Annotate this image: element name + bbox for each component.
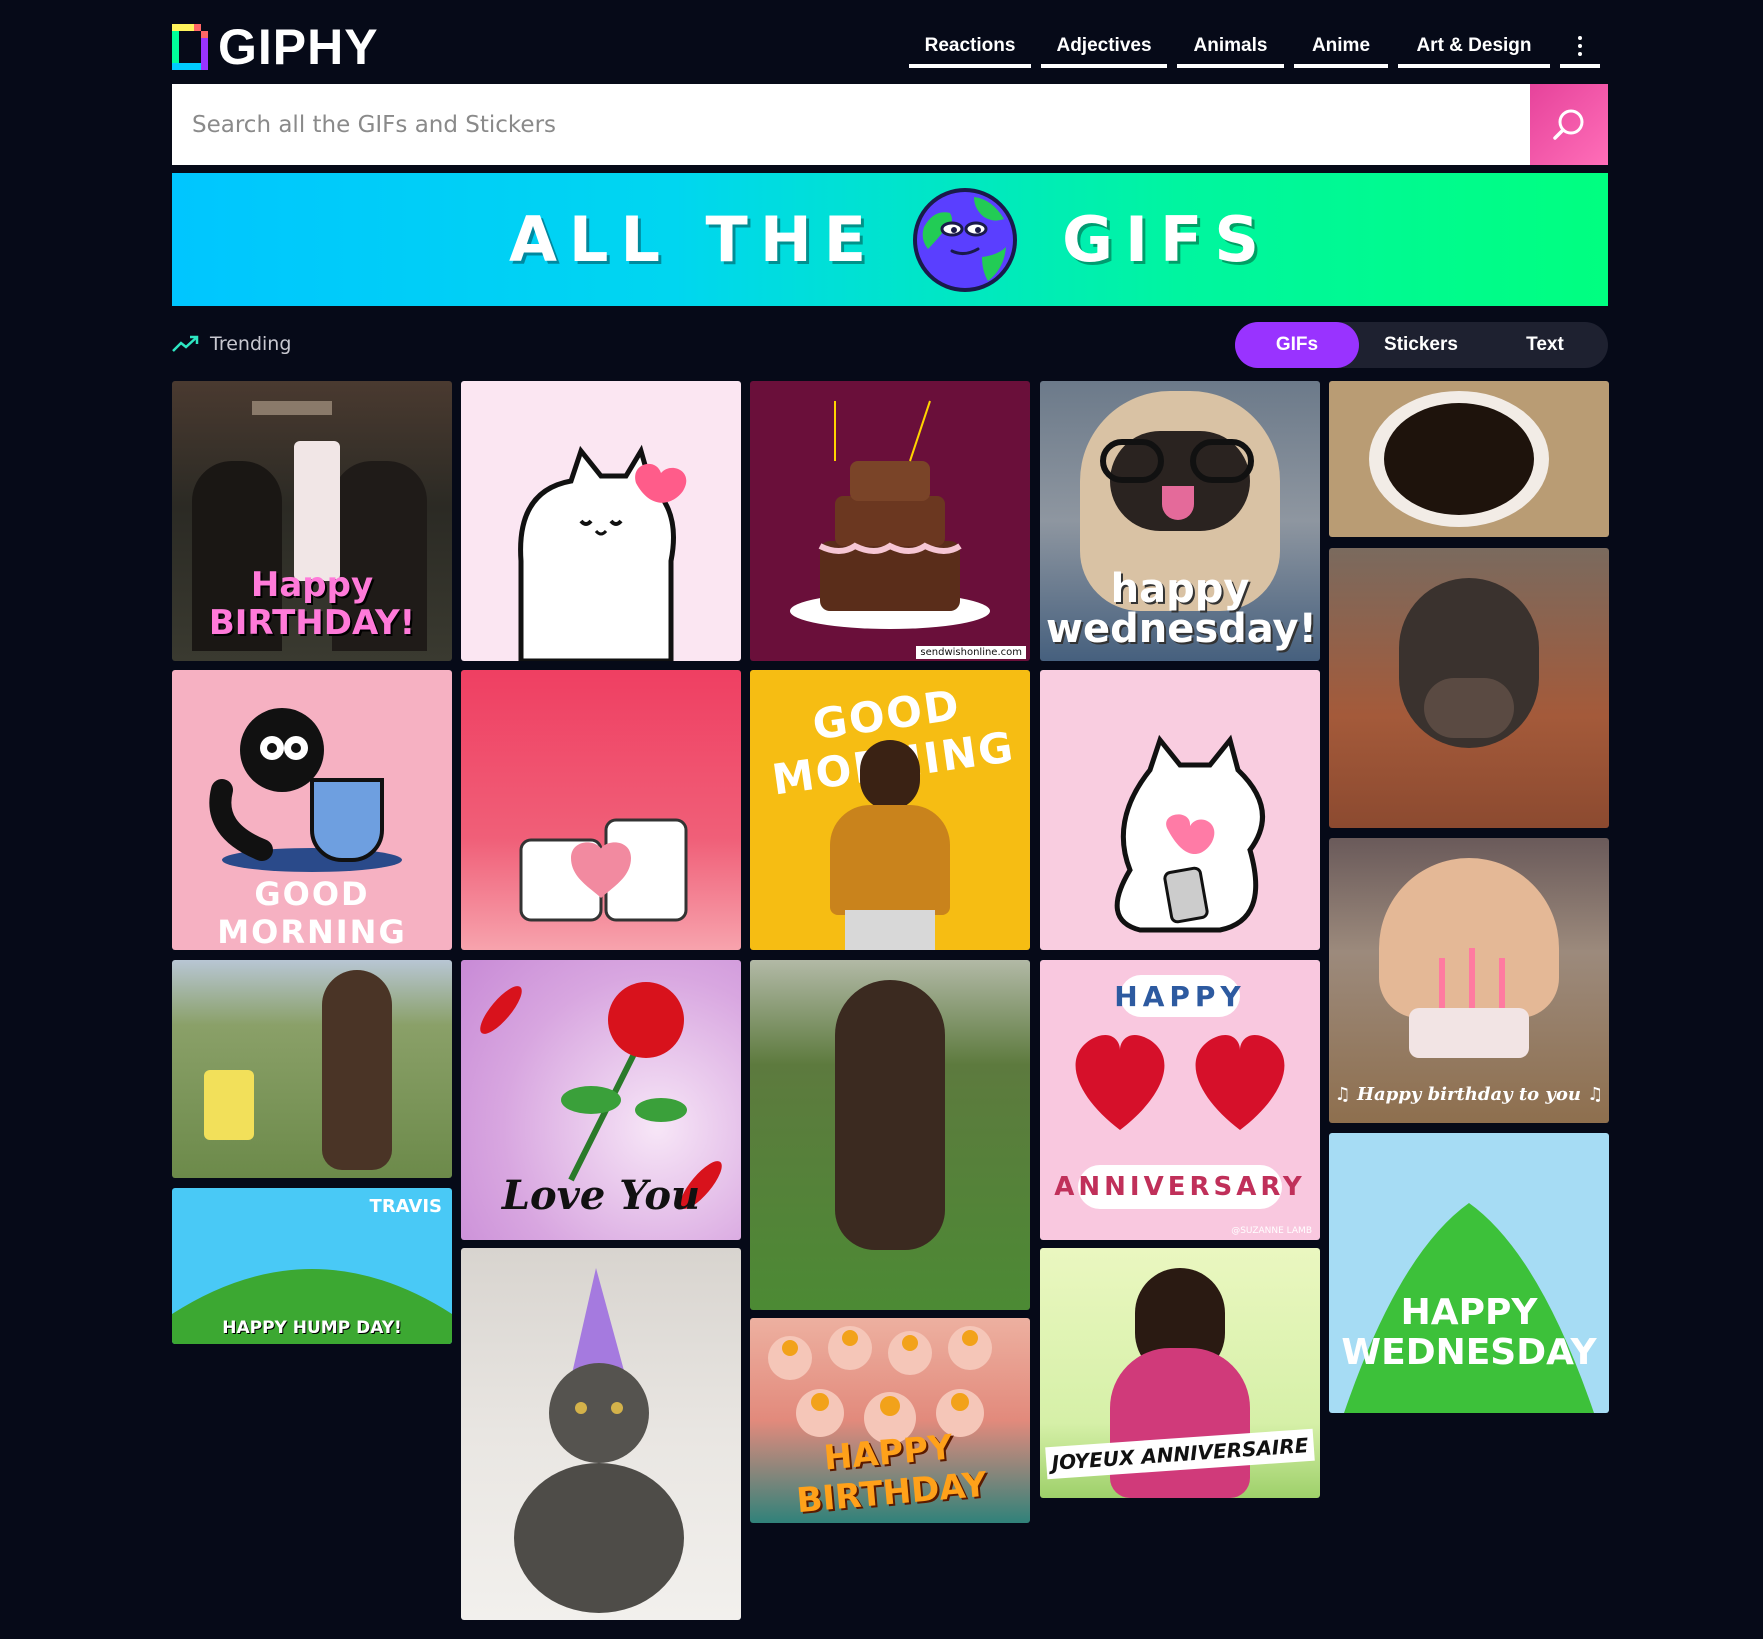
top-nav: Reactions Adjectives Animals Anime Art &…	[909, 28, 1600, 68]
gif-tile-happy-wednesday[interactable]: HAPPY WEDNESDAY	[1329, 1133, 1609, 1413]
trending-up-icon	[172, 335, 199, 352]
trending-header[interactable]: Trending	[172, 333, 291, 355]
search-input[interactable]	[172, 84, 1530, 165]
nav-item-anime[interactable]: Anime	[1294, 28, 1388, 68]
birthday-cake-illustration	[790, 400, 990, 629]
nav-item-reactions[interactable]: Reactions	[909, 28, 1031, 68]
all-the-gifs-banner[interactable]: ALL THE GIFS	[172, 173, 1608, 306]
coffee-cups-illustration	[519, 818, 688, 922]
gif-tile-rose-love-you[interactable]: Love You	[461, 960, 741, 1240]
tab-text[interactable]: Text	[1483, 322, 1607, 368]
gif-tile-cat-birthday-candles[interactable]: ♫ Happy birthday to you ♫	[1329, 838, 1609, 1123]
nav-item-animals[interactable]: Animals	[1177, 28, 1284, 68]
gif-tile-groundhog[interactable]	[750, 960, 1030, 1310]
gif-tile-coffee-cups[interactable]	[461, 670, 741, 950]
gif-tile-good-morning-woman[interactable]: GOOD MORNING	[750, 670, 1030, 950]
gif-tile-cat-phone[interactable]	[1040, 670, 1320, 950]
gif-tile-good-morning-cat[interactable]: GOOD MORNING	[172, 670, 452, 950]
gif-tile-cupcakes[interactable]: HAPPY BIRTHDAY	[750, 1318, 1030, 1523]
tab-stickers[interactable]: Stickers	[1359, 322, 1483, 368]
gif-tile-pug-wednesday[interactable]: happy wednesday!	[1040, 381, 1320, 661]
gif-tile-hump-day[interactable]: TRAVIS HAPPY HUMP DAY!	[172, 1188, 452, 1344]
cat-sticker-illustration	[518, 444, 687, 661]
giphy-logo-icon	[172, 24, 208, 70]
gif-caption: GOOD MORNING	[217, 875, 407, 950]
content-type-toggle: GIFs Stickers Text	[1235, 322, 1608, 368]
trending-label: Trending	[210, 333, 292, 355]
party-cat-illustration	[514, 1268, 684, 1613]
banner-right-text: GIFS	[1062, 203, 1272, 276]
gif-tile-coffee-pour[interactable]	[1329, 381, 1609, 537]
gif-tile-party-cat[interactable]	[461, 1248, 741, 1620]
globe-mascot-icon	[913, 187, 1018, 292]
search-button[interactable]	[1530, 84, 1608, 165]
search-bar	[172, 84, 1608, 165]
gif-credit: @SUZANNE LAMB	[1231, 1226, 1312, 1236]
nav-item-art-design[interactable]: Art & Design	[1398, 28, 1550, 68]
gif-caption: Happy BIRTHDAY!	[208, 565, 416, 643]
gif-watermark: sendwishonline.com	[916, 646, 1026, 659]
cat-phone-illustration	[1114, 734, 1265, 933]
nav-item-adjectives[interactable]: Adjectives	[1041, 28, 1167, 68]
gif-caption: ♫ Happy birthday to you ♫	[1334, 1084, 1604, 1105]
gif-tile-orangutan[interactable]	[1329, 548, 1609, 828]
gif-caption: Love You	[501, 1172, 701, 1219]
tab-gifs[interactable]: GIFs	[1235, 322, 1359, 368]
search-icon	[1553, 109, 1584, 140]
gif-caption: HAPPY WEDNESDAY	[1341, 1292, 1597, 1373]
gif-caption: HAPPY HUMP DAY!	[222, 1318, 402, 1338]
giphy-logo[interactable]: GIPHY	[172, 19, 379, 75]
gif-tile-anniversary-hearts[interactable]: HAPPY ANNIVERSARY @SUZANNE LAMB	[1040, 960, 1320, 1240]
gif-tile-joyeux-anniversaire[interactable]: JOYEUX ANNIVERSAIRE	[1040, 1248, 1320, 1498]
brand-watermark: TRAVIS	[369, 1196, 442, 1217]
anniversary-bottom-text: ANNIVERSARY	[1054, 1172, 1306, 1202]
vertical-dots-icon[interactable]	[1560, 28, 1600, 68]
gif-tile-cat-heart[interactable]	[461, 381, 741, 661]
gif-caption: happy wednesday!	[1046, 566, 1317, 652]
gif-tile-cake[interactable]: sendwishonline.com	[750, 381, 1030, 661]
gif-tile-bear-chair[interactable]	[172, 960, 452, 1178]
brand-name: GIPHY	[218, 19, 379, 75]
gif-tile-birthday-bakery[interactable]: Happy BIRTHDAY!	[172, 381, 452, 661]
banner-left-text: ALL THE	[508, 203, 879, 276]
